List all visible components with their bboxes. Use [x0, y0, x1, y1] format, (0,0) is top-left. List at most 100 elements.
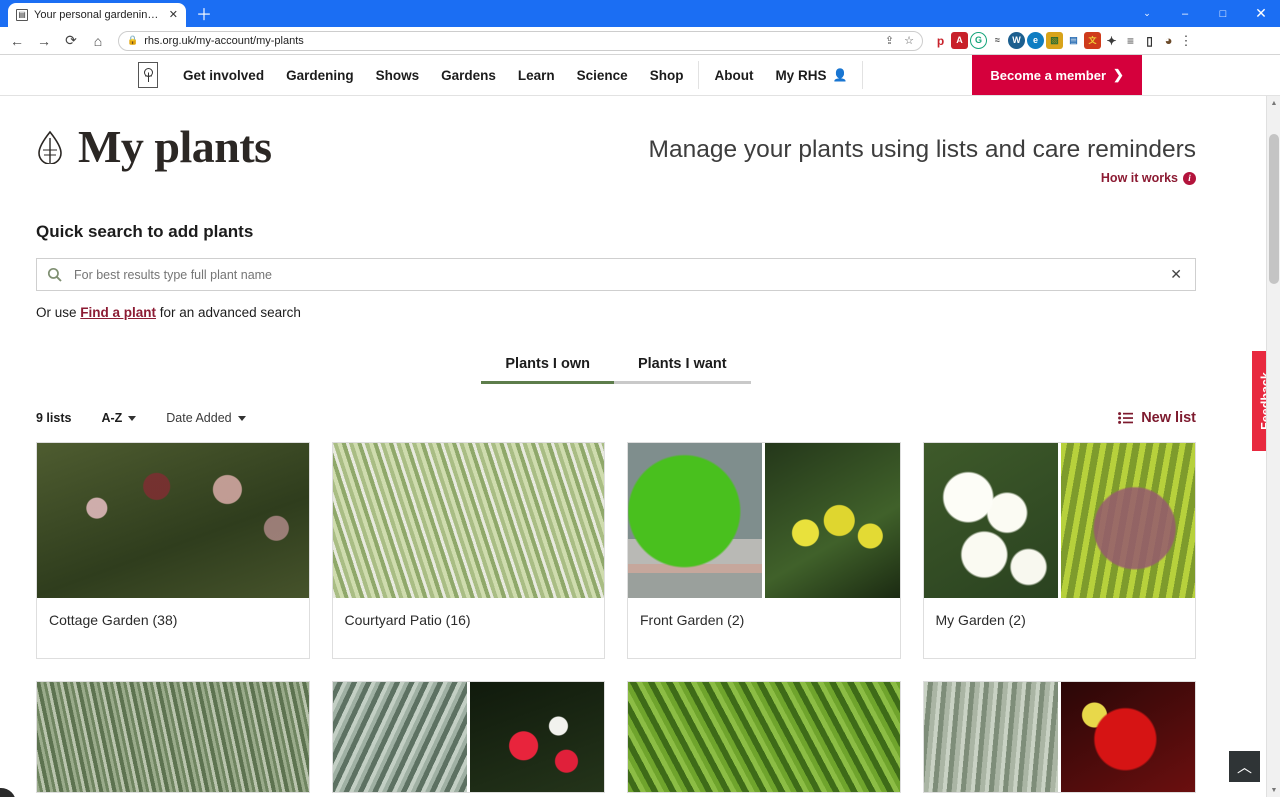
list-card[interactable] — [627, 681, 901, 794]
extensions-row: p A G ≈ W e ▧ ▤ 文 ✦ ≡ ▯ ◕ ⋮ — [932, 32, 1193, 49]
page-scrollbar[interactable]: ▲ ▼ — [1266, 96, 1280, 797]
back-arrow-icon[interactable]: ← — [6, 30, 28, 52]
address-bar[interactable]: 🔒 rhs.org.uk/my-account/my-plants ⇪ ☆ — [118, 30, 923, 51]
tab-active-indicator — [481, 381, 614, 385]
page-tagline: Manage your plants using lists and care … — [648, 136, 1196, 163]
tab-plants-i-want[interactable]: Plants I want — [613, 356, 751, 385]
list-card-images — [628, 443, 900, 599]
plant-lists-grid-row2 — [36, 681, 1196, 794]
tab-plants-i-want-label: Plants I want — [637, 356, 727, 373]
profile-avatar-icon[interactable]: ◕ — [1160, 32, 1177, 49]
nav-item-science[interactable]: Science — [566, 55, 639, 95]
close-icon[interactable]: ✕ — [169, 9, 178, 21]
lock-icon: 🔒 — [127, 35, 139, 45]
find-a-plant-link[interactable]: Find a plant — [80, 305, 156, 320]
user-icon: 👤 — [832, 68, 848, 82]
reload-icon[interactable]: ⟳ — [60, 30, 82, 52]
scrollbar-thumb[interactable] — [1269, 134, 1279, 284]
maximize-button[interactable]: □ — [1204, 0, 1242, 27]
search-bar[interactable]: ✕ — [36, 258, 1196, 292]
how-it-works-link[interactable]: How it works i — [1101, 171, 1196, 185]
sidepanel-icon[interactable]: ▯ — [1141, 32, 1158, 49]
new-list-button[interactable]: New list — [1118, 410, 1196, 426]
share-icon[interactable]: ⇪ — [885, 34, 894, 47]
list-card[interactable]: Courtyard Patio (16) — [331, 442, 605, 660]
list-card[interactable]: Cottage Garden (38) — [36, 442, 310, 660]
nav-item-learn[interactable]: Learn — [507, 55, 566, 95]
list-card-images — [37, 682, 309, 793]
list-card-images — [628, 682, 900, 793]
nav-item-my-rhs[interactable]: My RHS 👤 — [764, 55, 858, 95]
list-card[interactable] — [331, 681, 605, 794]
list-toolbar: 9 lists A-Z Date Added New list — [36, 410, 1196, 426]
wordpress-extension-icon[interactable]: W — [1008, 32, 1025, 49]
star-icon[interactable]: ☆ — [904, 34, 914, 47]
list-card[interactable] — [36, 681, 310, 794]
new-list-label: New list — [1141, 410, 1196, 427]
window-controls: ⌄ – □ ✕ — [1128, 0, 1280, 27]
caret-down-icon — [128, 415, 137, 421]
color-picker-extension-icon[interactable]: ▧ — [1046, 32, 1063, 49]
notes-extension-icon[interactable]: ▤ — [1065, 32, 1082, 49]
list-card-image — [37, 443, 309, 599]
nav-item-shows[interactable]: Shows — [365, 55, 431, 95]
sort-date-dropdown[interactable]: Date Added — [166, 411, 246, 426]
list-card[interactable]: My Garden (2) — [922, 442, 1196, 660]
window-close-button[interactable]: ✕ — [1242, 0, 1280, 27]
chevron-up-icon: ︿ — [1236, 759, 1252, 776]
kebab-menu-icon[interactable]: ⋮ — [1179, 33, 1193, 49]
home-icon[interactable]: ⌂ — [87, 30, 109, 52]
chevron-down-icon[interactable]: ⌄ — [1128, 0, 1166, 27]
sort-alpha-dropdown[interactable]: A-Z — [101, 411, 137, 426]
become-a-member-button[interactable]: Become a member ❯ — [972, 55, 1142, 95]
list-card-images — [332, 682, 604, 793]
page-icon: ▤ — [16, 9, 28, 21]
list-card-image — [37, 682, 309, 793]
search-input[interactable] — [72, 266, 1158, 283]
edge-extension-icon[interactable]: e — [1027, 32, 1044, 49]
nav-item-my-rhs-label: My RHS — [775, 67, 827, 83]
leaf-icon — [36, 130, 64, 165]
how-it-works-label: How it works — [1100, 171, 1178, 186]
scrollbar-down-arrow[interactable]: ▼ — [1267, 783, 1280, 797]
or-use-prefix: Or use — [36, 305, 81, 321]
list-card-title: Cottage Garden (38) — [49, 612, 178, 629]
search-icon — [47, 267, 62, 282]
nav-item-about[interactable]: About — [703, 55, 764, 95]
scribble-extension-icon[interactable]: ≈ — [989, 32, 1006, 49]
nav-divider — [698, 61, 700, 89]
nav-item-gardening[interactable]: Gardening — [275, 55, 365, 95]
plus-icon[interactable]: ＋ — [196, 8, 212, 24]
list-card-title: Courtyard Patio (16) — [344, 612, 471, 629]
list-card-images — [37, 443, 309, 599]
list-card[interactable]: Front Garden (2) — [627, 442, 901, 660]
scrollbar-up-arrow[interactable]: ▲ — [1267, 96, 1280, 110]
tab-plants-i-own-label: Plants I own — [505, 356, 590, 373]
sort-date-label: Date Added — [166, 411, 232, 426]
become-a-member-label: Become a member — [990, 67, 1107, 83]
scroll-to-top-button[interactable]: ︿ — [1229, 751, 1260, 782]
info-icon: i — [1183, 171, 1196, 185]
nav-item-shop[interactable]: Shop — [639, 55, 695, 95]
list-card-image — [1057, 682, 1195, 793]
nav-item-get-involved[interactable]: Get involved — [172, 55, 275, 95]
minimize-button[interactable]: – — [1166, 0, 1204, 27]
list-card[interactable] — [922, 681, 1196, 794]
sort-alpha-label: A-Z — [101, 411, 123, 426]
grammar-extension-icon[interactable]: G — [970, 32, 987, 49]
rhs-logo[interactable] — [138, 62, 159, 88]
browser-tab[interactable]: ▤ Your personal gardening coach – ✕ — [8, 3, 186, 27]
translate-extension-icon[interactable]: 文 — [1084, 32, 1101, 49]
quick-search-heading: Quick search to add plants — [36, 222, 254, 242]
list-card-image — [332, 443, 604, 599]
tab-plants-i-own[interactable]: Plants I own — [481, 356, 614, 385]
nav-item-gardens[interactable]: Gardens — [430, 55, 507, 95]
puzzle-extensions-icon[interactable]: ✦ — [1103, 32, 1120, 49]
clear-icon[interactable]: ✕ — [1167, 266, 1185, 283]
pinterest-extension-icon[interactable]: p — [932, 32, 949, 49]
forward-arrow-icon[interactable]: → — [33, 30, 55, 52]
pdf-extension-icon[interactable]: A — [951, 32, 968, 49]
playlist-extension-icon[interactable]: ≡ — [1122, 32, 1139, 49]
caret-down-icon-2 — [237, 415, 246, 421]
list-card-image — [466, 682, 604, 793]
